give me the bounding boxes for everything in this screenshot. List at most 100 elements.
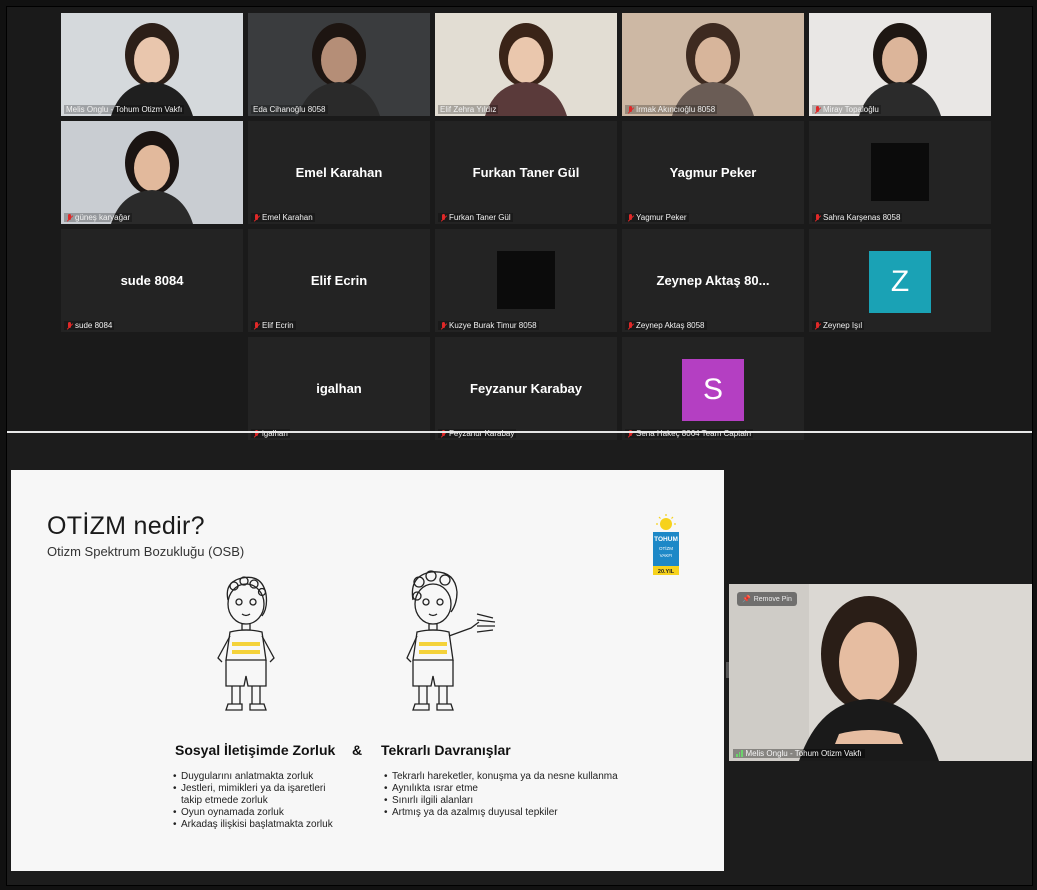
muted-mic-icon <box>440 321 447 330</box>
connection-signal-icon <box>736 750 743 757</box>
right-column-heading: Tekrarlı Davranışlar <box>381 742 511 758</box>
participant-tile[interactable]: Sahra Karşenas 8058 <box>809 121 991 224</box>
participant-tile[interactable]: güneş karyağar <box>61 121 243 224</box>
participant-name-label: Melis Onglu - Tohum Otizm Vakfı <box>64 105 185 114</box>
participant-name-label: Furkan Taner Gül <box>438 213 513 222</box>
list-item: Artmış ya da azalmış duyusal tepkiler <box>384 807 618 819</box>
participant-avatar <box>497 251 555 309</box>
participant-video-feed <box>435 13 617 116</box>
muted-mic-icon <box>66 321 73 330</box>
slide-title: OTİZM nedir? <box>47 512 205 540</box>
participant-tile[interactable]: Elif Zehra Yıldız <box>435 13 617 116</box>
speaker-name-label: Melis Onglu - Tohum Otizm Vakfı <box>733 749 865 758</box>
left-column-heading: Sosyal İletişimde Zorluk <box>175 742 336 758</box>
participant-name-label: Yagmur Peker <box>625 213 689 222</box>
logo-line2: OTİZM <box>659 545 673 551</box>
participant-display-name: Zeynep Aktaş 80... <box>656 273 770 288</box>
participant-name-label: Irmak Akıncıoğlu 8058 <box>625 105 718 114</box>
participant-avatar: Z <box>869 251 931 313</box>
muted-mic-icon <box>814 321 821 330</box>
slide-subtitle: Otizm Spektrum Bozukluğu (OSB) <box>47 544 245 559</box>
participant-name: güneş karyağar <box>75 213 131 222</box>
muted-mic-icon <box>66 213 73 222</box>
participant-video-feed <box>61 13 243 116</box>
participant-name: Yagmur Peker <box>636 213 687 222</box>
participant-display-name: Elif Ecrin <box>310 273 368 288</box>
list-item: Tekrarlı hareketler, konuşma ya da nesne… <box>384 771 618 783</box>
participant-display-name: igalhan <box>316 381 362 396</box>
participant-tile[interactable]: Miray Topaloğlu <box>809 13 991 116</box>
participant-name-label: Kuzye Burak Timur 8058 <box>438 321 539 330</box>
list-item: Sınırlı ilgili alanları <box>384 795 618 807</box>
muted-mic-icon <box>627 213 634 222</box>
participant-tile[interactable]: Yagmur Peker Yagmur Peker <box>622 121 804 224</box>
left-bullet-list: Duygularını anlatmakta zorluk Jestleri, … <box>173 771 333 831</box>
participant-name: Melis Onglu - Tohum Otizm Vakfı <box>66 105 183 114</box>
shared-slide: OTİZM nedir? Otizm Spektrum Bozukluğu (O… <box>11 470 724 871</box>
participant-tile[interactable]: Kuzye Burak Timur 8058 <box>435 229 617 332</box>
tohum-logo: TOHUM OTİZM VAKFI 20.YIL <box>653 514 679 575</box>
participant-tile[interactable]: Feyzanur Karabay Feyzanur Karabay <box>435 337 617 440</box>
participant-display-name: Yagmur Peker <box>669 165 757 180</box>
muted-mic-icon <box>627 105 634 114</box>
participant-video-feed <box>809 13 991 116</box>
participant-name: Zeynep Işıl <box>823 321 863 330</box>
participant-display-name: Furkan Taner Gül <box>472 165 580 180</box>
muted-mic-icon <box>814 105 821 114</box>
list-item: Oyun oynamada zorluk <box>173 807 333 819</box>
participant-name-label: Elif Zehra Yıldız <box>438 105 499 114</box>
list-item: Duygularını anlatmakta zorluk <box>173 771 333 783</box>
participant-name: Elif Ecrin <box>262 321 294 330</box>
participant-display-name: sude 8084 <box>120 273 184 288</box>
participant-name: Emel Karahan <box>262 213 313 222</box>
participant-video-feed <box>248 13 430 116</box>
participant-name-label: Zeynep Aktaş 8058 <box>625 321 707 330</box>
participant-tile[interactable]: Furkan Taner Gül Furkan Taner Gül <box>435 121 617 224</box>
participant-name: Irmak Akıncıoğlu 8058 <box>636 105 716 114</box>
participant-name: Miray Topaloğlu <box>823 105 879 114</box>
participant-tile[interactable]: sude 8084 sude 8084 <box>61 229 243 332</box>
participant-display-name: Emel Karahan <box>295 165 383 180</box>
participant-tile[interactable]: Zeynep Aktaş 80... Zeynep Aktaş 8058 <box>622 229 804 332</box>
participant-tile[interactable]: Irmak Akıncıoğlu 8058 <box>622 13 804 116</box>
participant-name-label: Elif Ecrin <box>251 321 296 330</box>
list-item: Aynılıkta ısrar etme <box>384 783 618 795</box>
participant-tile[interactable]: Z Zeynep Işıl <box>809 229 991 332</box>
muted-mic-icon <box>814 213 821 222</box>
participant-tile[interactable]: Melis Onglu - Tohum Otizm Vakfı <box>61 13 243 116</box>
gallery-divider[interactable] <box>7 431 1032 433</box>
participant-tile[interactable]: igalhan igalhan <box>248 337 430 440</box>
participant-tile[interactable]: S Sena Hakeç 8064 Team Captain <box>622 337 804 440</box>
logo-line1: TOHUM <box>654 536 678 543</box>
participant-name-label: Emel Karahan <box>251 213 315 222</box>
participant-name: Elif Zehra Yıldız <box>440 105 497 114</box>
participant-name-label: Sahra Karşenas 8058 <box>812 213 903 222</box>
pinned-speaker-video[interactable]: 📌 Remove Pin Melis Onglu - Tohum Otizm V… <box>729 584 1032 761</box>
participant-tile[interactable]: Elif Ecrin Elif Ecrin <box>248 229 430 332</box>
participant-name: sude 8084 <box>75 321 113 330</box>
logo-line3: VAKFI <box>660 553 673 558</box>
list-item: Jestleri, mimikleri ya da işaretleri tak… <box>173 783 333 807</box>
speaker-name: Melis Onglu - Tohum Otizm Vakfı <box>745 749 862 758</box>
pin-icon: 📌 <box>742 596 751 603</box>
participant-tile[interactable]: Eda Cihanoğlu 8058 <box>248 13 430 116</box>
participant-name: Zeynep Aktaş 8058 <box>636 321 705 330</box>
participant-avatar: S <box>682 359 744 421</box>
remove-pin-button[interactable]: 📌 Remove Pin <box>737 592 797 606</box>
participant-gallery: Melis Onglu - Tohum Otizm Vakfı Eda Ciha… <box>7 7 1032 440</box>
participant-name-label: Zeynep Işıl <box>812 321 865 330</box>
child-illustration-right-icon <box>406 570 496 711</box>
right-bullet-list: Tekrarlı hareketler, konuşma ya da nesne… <box>384 771 618 819</box>
participant-name-label: Eda Cihanoğlu 8058 <box>251 105 328 114</box>
participant-tile[interactable]: Emel Karahan Emel Karahan <box>248 121 430 224</box>
participant-video-feed <box>61 121 243 224</box>
remove-pin-label: Remove Pin <box>753 595 792 603</box>
list-item: Arkadaş ilişkisi başlatmakta zorluk <box>173 819 333 831</box>
participant-name: Sahra Karşenas 8058 <box>823 213 901 222</box>
ampersand: & <box>352 742 363 758</box>
logo-badge: 20.YIL <box>658 569 675 575</box>
muted-mic-icon <box>627 321 634 330</box>
child-illustration-left-icon <box>217 576 275 711</box>
participant-name-label: güneş karyağar <box>64 213 133 222</box>
speaker-video-feed <box>729 584 1032 761</box>
